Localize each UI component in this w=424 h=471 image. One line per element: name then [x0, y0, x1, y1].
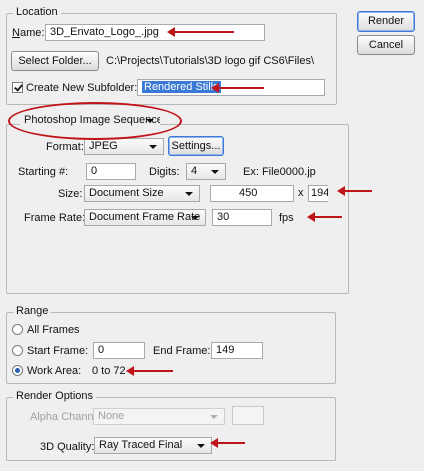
height-field[interactable]: 194 [308, 185, 328, 202]
dimension-x-label: x [298, 187, 304, 199]
subfolder-value: Rendered Stills [142, 81, 221, 93]
folder-path: C:\Projects\Tutorials\3D logo gif CS6\Fi… [106, 55, 315, 67]
start-frame-radio[interactable] [12, 345, 23, 356]
work-area-radio[interactable] [12, 365, 23, 376]
location-legend: Location [13, 6, 61, 18]
digits-select[interactable]: 4 [186, 163, 226, 180]
starting-number-field[interactable]: 0 [86, 163, 136, 180]
format-select[interactable]: JPEG [84, 138, 164, 155]
range-legend: Range [13, 305, 52, 317]
name-label: Name: [12, 27, 45, 39]
alpha-color-swatch [232, 406, 264, 425]
3d-quality-select[interactable]: Ray Traced Final [94, 437, 212, 454]
frame-rate-select[interactable]: Document Frame Rate [84, 209, 206, 226]
work-area-label: Work Area: [27, 365, 82, 377]
start-frame-label: Start Frame: [27, 345, 89, 357]
all-frames-label: All Frames [27, 324, 80, 336]
end-frame-label: End Frame: [153, 345, 211, 357]
cancel-button[interactable]: Cancel [357, 35, 415, 55]
annotation-arrow-subfolder [211, 83, 264, 93]
fps-label: fps [279, 212, 294, 224]
3d-quality-label: 3D Quality: [40, 441, 95, 453]
end-frame-field[interactable]: 149 [211, 342, 263, 359]
create-subfolder-checkbox[interactable] [12, 82, 23, 93]
frame-rate-label: Frame Rate: [24, 212, 86, 224]
render-options-legend: Render Options [13, 390, 97, 402]
chevron-down-icon [197, 444, 205, 448]
chevron-down-icon [185, 192, 193, 196]
example-filename: Ex: File0000.jp [243, 166, 316, 178]
checkmark-icon [14, 82, 23, 92]
chevron-down-icon [191, 216, 199, 220]
start-frame-field[interactable]: 0 [93, 342, 145, 359]
annotation-arrow-frame-rate [307, 212, 342, 222]
size-label: Size: [58, 188, 83, 200]
render-button[interactable]: Render [357, 11, 415, 32]
all-frames-radio[interactable] [12, 324, 23, 335]
chevron-down-icon [149, 145, 157, 149]
width-field[interactable]: 450 [210, 185, 294, 202]
select-folder-button[interactable]: Select Folder... [11, 51, 99, 71]
annotation-arrow-3d-quality [210, 438, 245, 448]
fps-field[interactable]: 30 [212, 209, 272, 226]
format-label: Format: [46, 141, 84, 153]
starting-number-label: Starting #: [18, 166, 69, 178]
annotation-oval [8, 102, 182, 140]
annotation-arrow-name [167, 27, 234, 37]
settings-button[interactable]: Settings... [168, 136, 224, 156]
work-area-value: 0 to 72 [92, 365, 126, 377]
alpha-channel-select[interactable]: None [93, 408, 225, 425]
chevron-down-icon [211, 170, 219, 174]
annotation-arrow-work-area [126, 366, 173, 376]
size-select[interactable]: Document Size [84, 185, 200, 202]
create-subfolder-label: Create New Subfolder: [26, 82, 138, 94]
digits-label: Digits: [149, 166, 180, 178]
chevron-down-icon [210, 415, 218, 419]
annotation-arrow-size [337, 186, 372, 196]
